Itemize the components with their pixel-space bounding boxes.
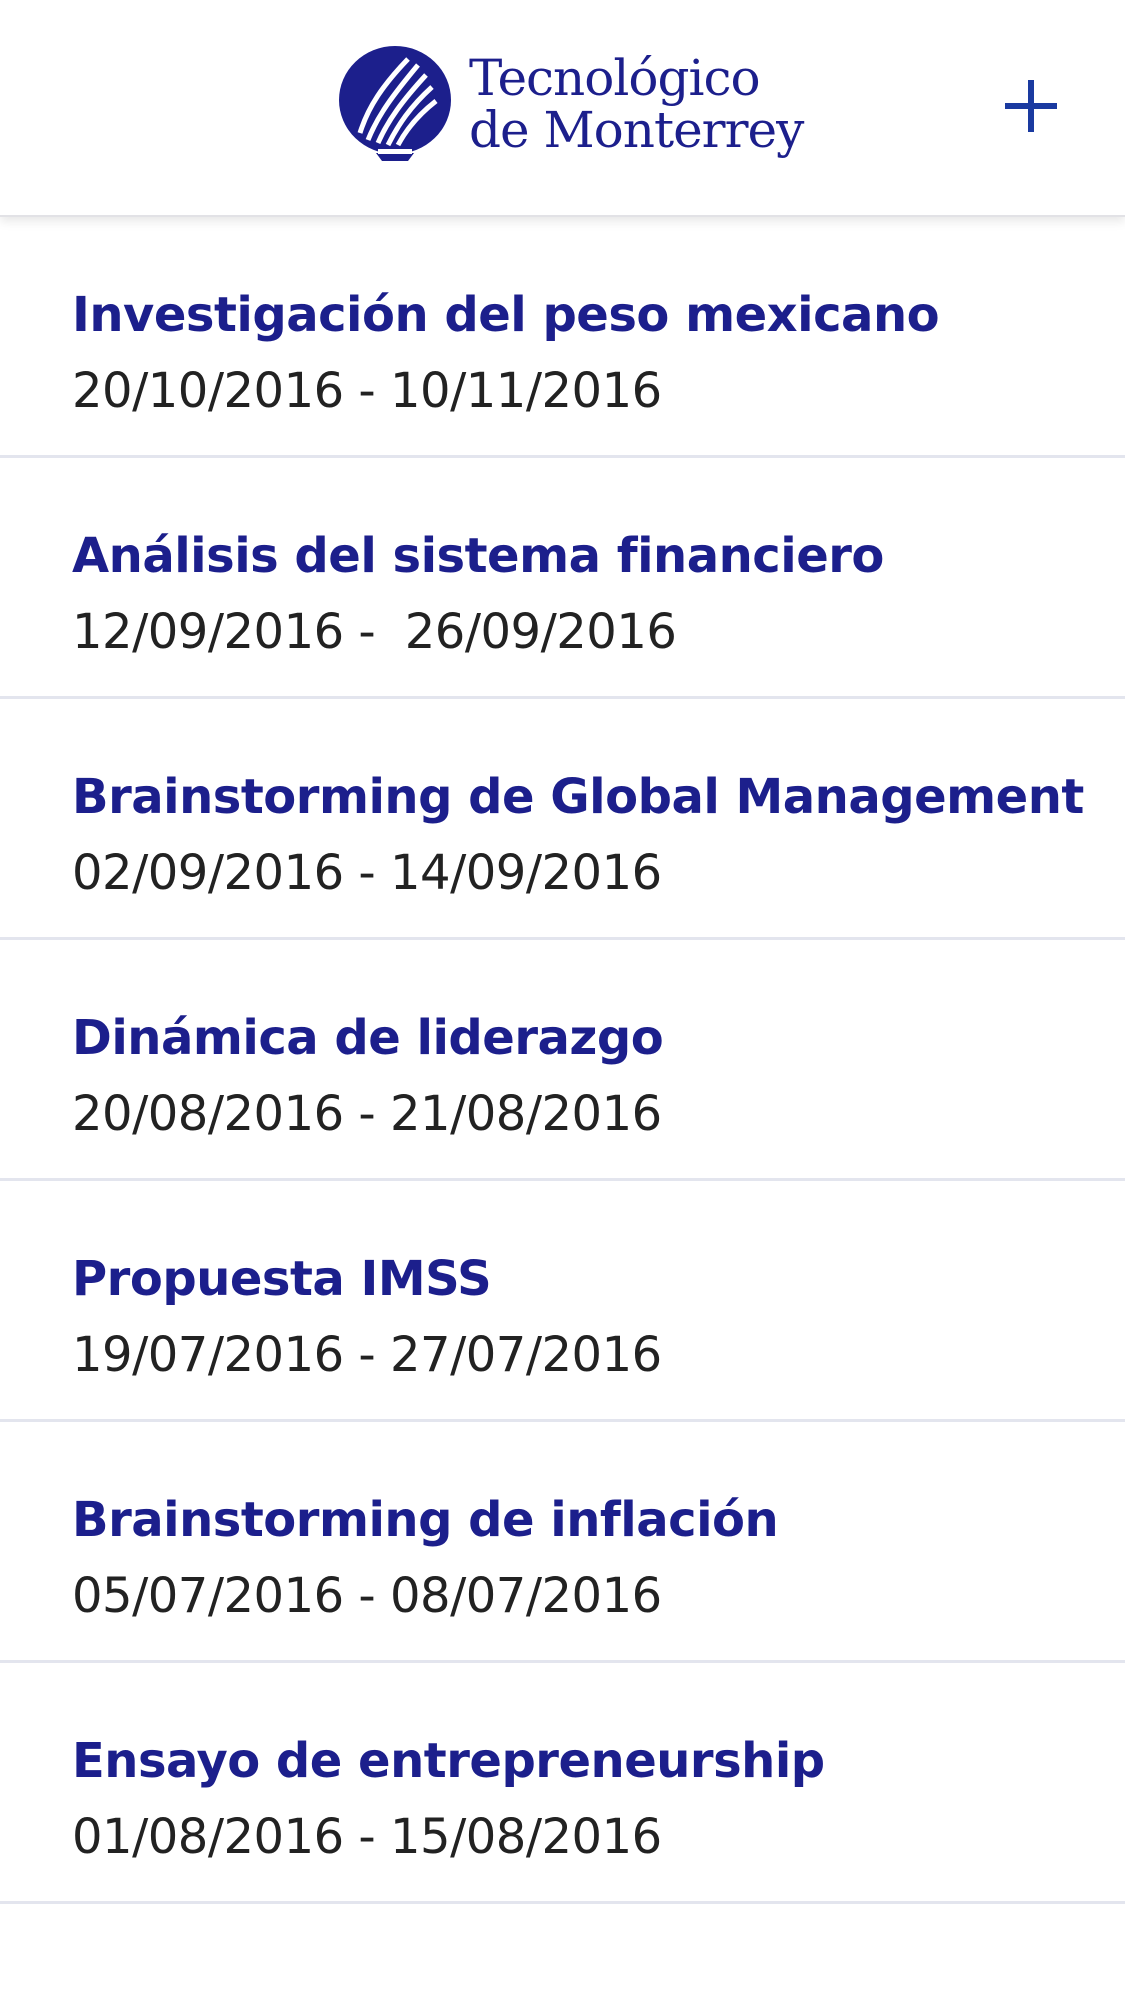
- item-dates: 02/09/2016 - 14/09/2016: [72, 845, 662, 901]
- item-title: Análisis del sistema financiero: [72, 528, 884, 584]
- item-title: Brainstorming de inflación: [72, 1492, 779, 1548]
- logo-line-1: Tecnológico: [469, 49, 761, 107]
- list-item[interactable]: Brainstorming de inflación 05/07/2016 - …: [0, 1422, 1125, 1663]
- logo-line-2: de Monterrey: [469, 101, 804, 159]
- list-item[interactable]: Dinámica de liderazgo 20/08/2016 - 21/08…: [0, 940, 1125, 1181]
- item-dates: 05/07/2016 - 08/07/2016: [72, 1568, 662, 1624]
- add-button[interactable]: [1005, 80, 1057, 132]
- list-item[interactable]: Análisis del sistema financiero 12/09/20…: [0, 458, 1125, 699]
- item-title: Brainstorming de Global Management: [72, 769, 1084, 825]
- list-item[interactable]: Propuesta IMSS 19/07/2016 - 27/07/2016: [0, 1181, 1125, 1422]
- item-title: Investigación del peso mexicano: [72, 287, 940, 343]
- item-title: Propuesta IMSS: [72, 1251, 492, 1307]
- list-item[interactable]: Brainstorming de Global Management 02/09…: [0, 699, 1125, 940]
- flame-logo-icon: [339, 46, 451, 161]
- list-item[interactable]: Investigación del peso mexicano 20/10/20…: [0, 217, 1125, 458]
- app-header: Tecnológico de Monterrey: [0, 0, 1125, 217]
- item-dates: 19/07/2016 - 27/07/2016: [72, 1327, 662, 1383]
- item-title: Dinámica de liderazgo: [72, 1010, 664, 1066]
- item-dates: 12/09/2016 - 26/09/2016: [72, 604, 677, 660]
- item-dates: 20/08/2016 - 21/08/2016: [72, 1086, 662, 1142]
- project-list: Investigación del peso mexicano 20/10/20…: [0, 217, 1125, 1904]
- list-item[interactable]: Ensayo de entrepreneurship 01/08/2016 - …: [0, 1663, 1125, 1904]
- plus-icon-vertical: [1028, 80, 1034, 132]
- item-dates: 01/08/2016 - 15/08/2016: [72, 1809, 662, 1865]
- tec-monterrey-logo[interactable]: Tecnológico de Monterrey: [338, 45, 804, 163]
- item-title: Ensayo de entrepreneurship: [72, 1733, 825, 1789]
- item-dates: 20/10/2016 - 10/11/2016: [72, 363, 662, 419]
- logo-wordmark: Tecnológico de Monterrey: [469, 49, 804, 159]
